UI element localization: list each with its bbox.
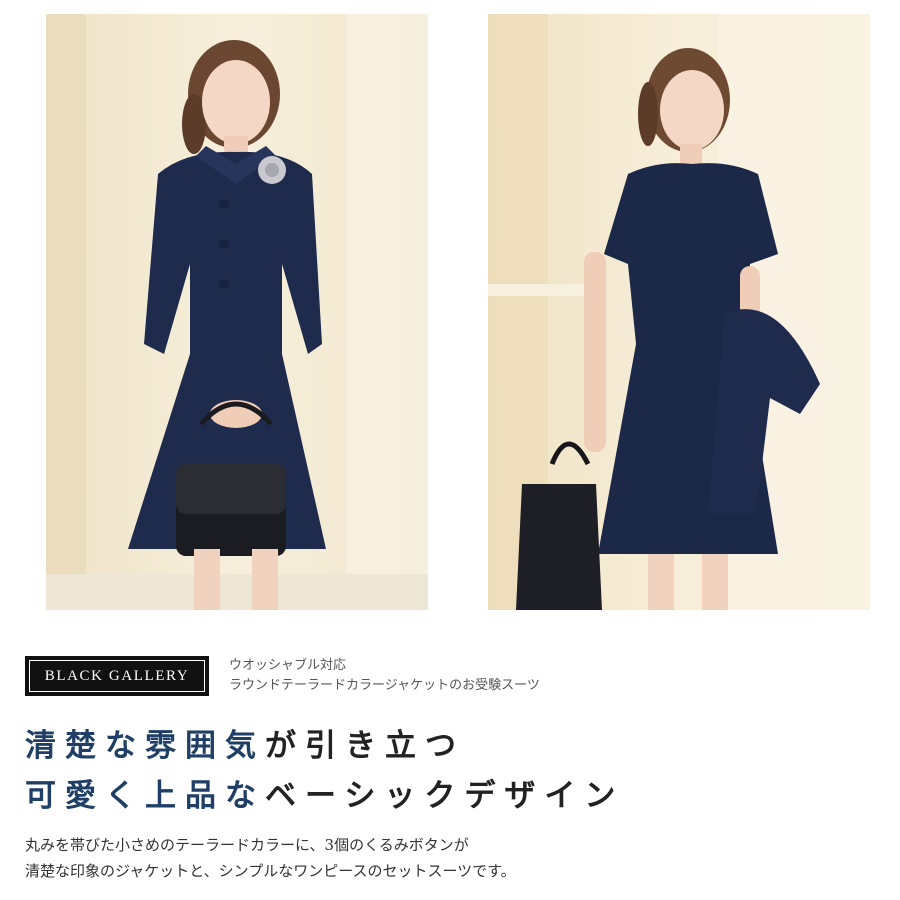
headline-line2: 可愛く上品なベーシックデザイン (25, 770, 624, 815)
brand-row: BLACK GALLERY ウオッシャブル対応 ラウンドテーラードカラージャケッ… (25, 656, 540, 696)
description-line2: 清楚な印象のジャケットと、シンプルなワンピースのセットスーツです。 (25, 862, 516, 880)
brand-subtitle: ウオッシャブル対応 ラウンドテーラードカラージャケットのお受験スーツ (229, 656, 540, 696)
brand-subtitle-line2: ラウンドテーラードカラージャケットのお受験スーツ (229, 678, 540, 693)
brand-logo: BLACK GALLERY (25, 656, 209, 696)
product-photo-jacket-suit (46, 14, 428, 610)
headline-line2-rest: ベーシックデザイン (265, 778, 625, 814)
description-line1: 丸みを帯びた小さめのテーラードカラーに、3個のくるみボタンが (25, 836, 469, 854)
headline-line2-accent: 可愛く上品な (25, 778, 265, 814)
headline-line1: 清楚な雰囲気が引き立つ (25, 720, 465, 765)
headline-line1-accent: 清楚な雰囲気 (25, 728, 265, 764)
product-description: 丸みを帯びた小さめのテーラードカラーに、3個のくるみボタンが 清楚な印象のジャケ… (25, 832, 516, 884)
headline-line1-rest: が引き立つ (265, 728, 465, 764)
brand-subtitle-line1: ウオッシャブル対応 (229, 658, 347, 673)
product-photo-dress (488, 14, 870, 610)
